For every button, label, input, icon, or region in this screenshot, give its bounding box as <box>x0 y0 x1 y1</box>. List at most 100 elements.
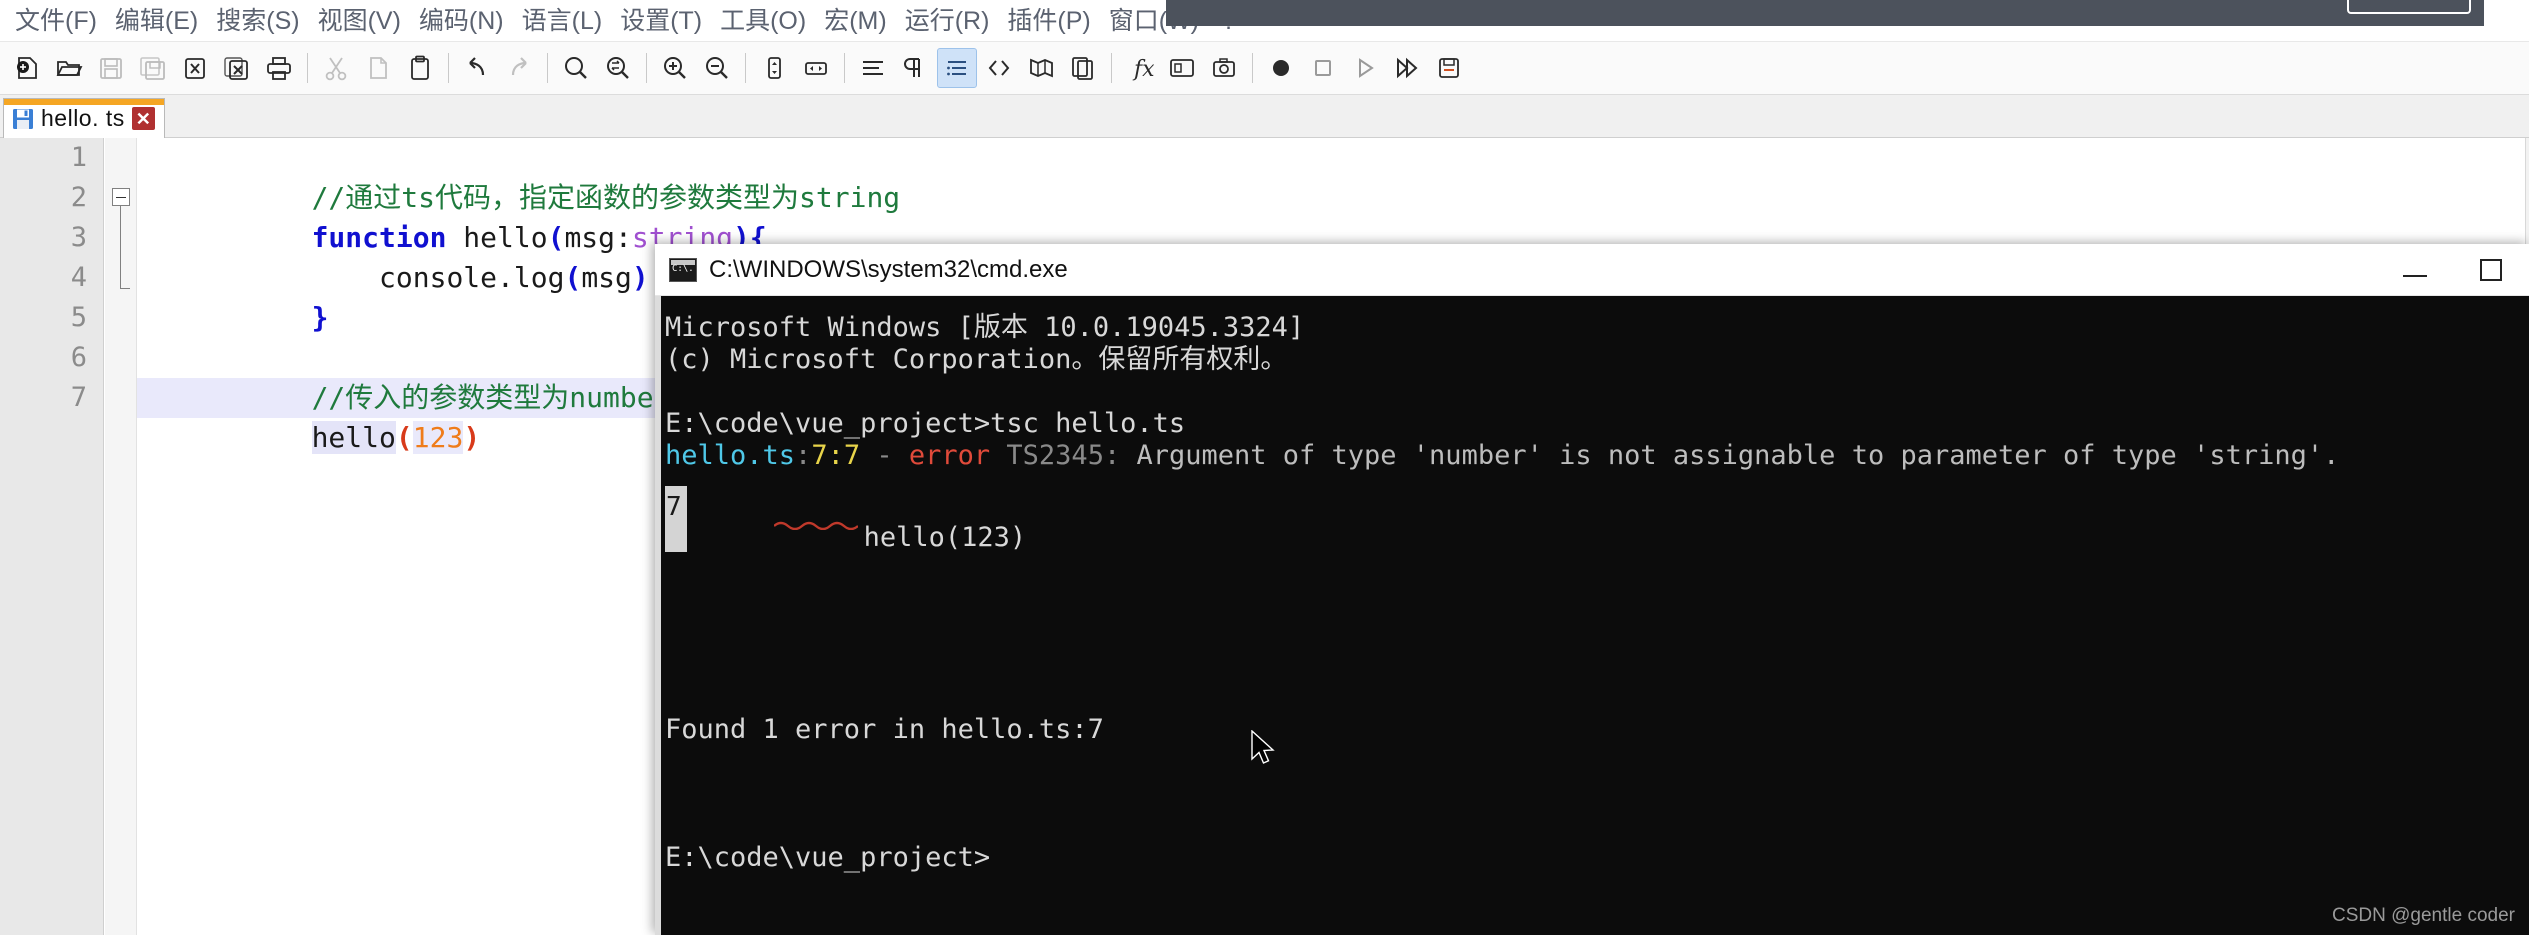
terminal-line-copyright: (c) Microsoft Corporation。保留所有权利。 <box>665 344 1288 375</box>
folder-workspace-icon[interactable] <box>1162 48 1202 88</box>
redo-icon[interactable] <box>499 48 539 88</box>
toolbar-separator <box>1252 53 1253 83</box>
window-controls <box>2377 244 2529 296</box>
error-code-snippet: 7 hello(123) <box>661 486 2529 618</box>
replace-icon[interactable] <box>598 48 638 88</box>
indent-guide-icon[interactable] <box>937 48 977 88</box>
menu-file[interactable]: 文件(F) <box>6 0 106 42</box>
error-colon: : <box>795 440 812 471</box>
paste-icon[interactable] <box>400 48 440 88</box>
close-file-icon[interactable] <box>175 48 215 88</box>
toolbar: fx <box>0 42 2529 95</box>
cmd-window[interactable]: C:\WINDOWS\system32\cmd.exe Microsoft Wi… <box>655 244 2529 935</box>
error-message: Argument of type 'number' is not assigna… <box>1120 440 2340 471</box>
new-file-icon[interactable] <box>7 48 47 88</box>
screen-recorder-notch <box>2347 0 2471 14</box>
menu-edit[interactable]: 编辑(E) <box>106 0 207 42</box>
terminal-output[interactable]: Microsoft Windows [版本 10.0.19045.3324] (… <box>655 296 2529 935</box>
open-folder-icon[interactable] <box>49 48 89 88</box>
doc-map-icon[interactable] <box>1021 48 1061 88</box>
terminal-line-final-prompt: E:\code\vue_project> <box>665 842 991 873</box>
menu-search[interactable]: 搜索(S) <box>207 0 308 42</box>
error-file: hello.ts <box>665 440 796 471</box>
menu-run[interactable]: 运行(R) <box>896 0 999 42</box>
code-call-expr: console.log <box>311 261 565 294</box>
undo-icon[interactable] <box>457 48 497 88</box>
toolbar-separator <box>745 53 746 83</box>
copy-icon[interactable] <box>358 48 398 88</box>
code-function-name: hello <box>446 221 548 254</box>
record-macro-icon[interactable] <box>1261 48 1301 88</box>
save-macro-icon[interactable] <box>1429 48 1469 88</box>
maximize-button[interactable] <box>2453 244 2529 296</box>
code-paren-open: ( <box>395 421 413 454</box>
fold-toggle-icon[interactable] <box>112 188 130 206</box>
menu-settings[interactable]: 设置(T) <box>611 0 711 42</box>
error-code: TS2345: <box>990 440 1121 471</box>
tab-label: hello. ts <box>41 105 125 131</box>
minimize-button[interactable] <box>2377 244 2453 296</box>
cmd-title-bar[interactable]: C:\WINDOWS\system32\cmd.exe <box>655 244 2529 296</box>
cut-icon[interactable] <box>316 48 356 88</box>
minimize-icon <box>2403 275 2427 277</box>
screenshot-root: 文件(F) 编辑(E) 搜索(S) 视图(V) 编码(N) 语言(L) 设置(T… <box>0 0 2529 935</box>
sync-vertical-icon[interactable] <box>754 48 794 88</box>
tab-active-indicator <box>4 99 164 105</box>
error-keyword: error <box>908 440 991 471</box>
code-paren-close: ) <box>631 261 649 294</box>
show-all-chars-icon[interactable] <box>895 48 935 88</box>
toolbar-separator <box>307 53 308 83</box>
show-tag-icon[interactable] <box>979 48 1019 88</box>
code-folding-column[interactable] <box>105 138 137 935</box>
line-number: 7 <box>70 382 87 413</box>
save-icon[interactable] <box>91 48 131 88</box>
sync-horizontal-icon[interactable] <box>796 48 836 88</box>
menu-language[interactable]: 语言(L) <box>513 0 612 42</box>
tab-bar: hello. ts ✕ <box>0 95 2529 138</box>
line-number: 6 <box>70 342 87 373</box>
svg-text:fx: fx <box>1132 57 1154 82</box>
save-all-icon[interactable] <box>133 48 173 88</box>
menu-plugins[interactable]: 插件(P) <box>998 0 1099 42</box>
line-number-gutter: 1 2 3 4 5 6 7 <box>0 138 104 935</box>
line-number: 5 <box>70 302 87 333</box>
doc-list-icon[interactable] <box>1063 48 1103 88</box>
play-macro-icon[interactable] <box>1345 48 1385 88</box>
find-icon[interactable] <box>556 48 596 88</box>
terminal-command: tsc hello.ts <box>990 408 1186 439</box>
line-number: 2 <box>70 182 87 213</box>
line-number: 3 <box>70 222 87 253</box>
fold-range-line <box>120 206 121 288</box>
zoom-out-icon[interactable] <box>697 48 737 88</box>
tab-hello-ts[interactable]: hello. ts ✕ <box>3 98 165 138</box>
menu-encoding[interactable]: 编码(N) <box>410 0 513 42</box>
code-paren-close: ) <box>463 421 481 454</box>
stop-macro-icon[interactable] <box>1303 48 1343 88</box>
terminal-line-version: Microsoft Windows [版本 10.0.19045.3324] <box>665 312 1305 343</box>
floppy-save-icon <box>12 108 34 130</box>
word-wrap-icon[interactable] <box>853 48 893 88</box>
play-multiple-icon[interactable] <box>1387 48 1427 88</box>
menu-tools[interactable]: 工具(O) <box>711 0 815 42</box>
monitoring-icon[interactable] <box>1204 48 1244 88</box>
zoom-in-icon[interactable] <box>655 48 695 88</box>
menu-view[interactable]: 视图(V) <box>309 0 410 42</box>
code-brace-close: } <box>311 301 329 334</box>
fold-range-end <box>120 288 130 289</box>
snippet-code: hello(123) <box>665 490 2529 618</box>
code-arg: msg <box>581 261 632 294</box>
close-tab-icon[interactable]: ✕ <box>131 107 155 130</box>
close-all-icon[interactable] <box>217 48 257 88</box>
menu-macro[interactable]: 宏(M) <box>815 0 895 42</box>
function-list-icon[interactable]: fx <box>1120 48 1160 88</box>
code-comment: //通过ts代码，指定函数的参数类型为string <box>311 181 901 214</box>
error-position: 7:7 <box>811 440 861 471</box>
code-comment: //传入的参数类型为number <box>311 381 671 414</box>
print-icon[interactable] <box>259 48 299 88</box>
